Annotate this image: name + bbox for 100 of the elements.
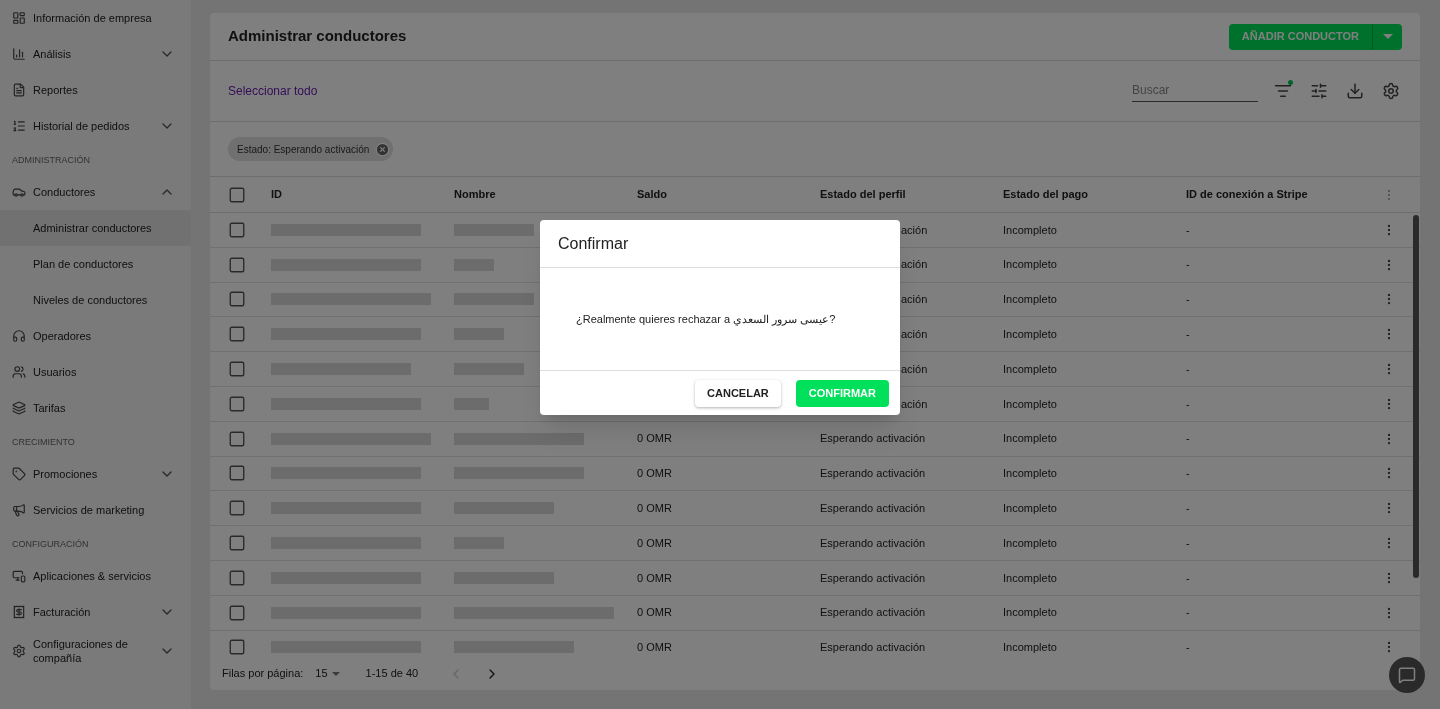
sidebar-item[interactable]: Facturación [0, 594, 191, 630]
table-cell: ación [901, 328, 928, 341]
column-header: Nombre [454, 188, 496, 201]
sidebar-subitem[interactable]: Administrar conductores [0, 210, 191, 246]
table-cell: 0 OMR [637, 641, 672, 654]
table-cell: Incompleto [1003, 536, 1057, 549]
table-cell: - [1186, 536, 1190, 549]
settings-icon[interactable] [1382, 82, 1400, 100]
table-cell: - [1186, 571, 1190, 584]
checkbox[interactable] [228, 290, 246, 309]
document-icon [12, 83, 26, 97]
section-heading: CONFIGURACIÓN [11, 538, 90, 551]
sidebar-item[interactable]: Servicios de marketing [0, 492, 191, 528]
table-cell: Incompleto [1003, 641, 1057, 654]
checkbox[interactable] [228, 638, 246, 657]
section-heading: CRECIMIENTO [11, 436, 76, 449]
sidebar-subitem[interactable]: Niveles de conductores [0, 282, 191, 318]
table-cell: Esperando activación [820, 641, 926, 654]
column-header: Saldo [637, 188, 667, 201]
table-cell: Incompleto [1003, 571, 1057, 584]
sidebar-item[interactable]: Información de empresa [0, 0, 191, 36]
dialog-message: ¿Realmente quieres rechazar a عيسى سرور السعدي? [576, 311, 836, 328]
section-heading: ADMINISTRACIÓN [11, 154, 91, 167]
sidebar-item[interactable]: Aplicaciones & servicios [0, 558, 191, 594]
download-icon[interactable] [1346, 82, 1364, 100]
remove-icon[interactable] [375, 141, 391, 157]
rows-per-page-label: Filas por página: [222, 666, 304, 682]
checkbox[interactable] [228, 325, 246, 344]
checkbox[interactable] [228, 185, 246, 204]
table-cell: - [1186, 606, 1190, 619]
table-cell: Esperando activación [820, 606, 926, 619]
table-cell: - [1186, 397, 1190, 410]
checkbox[interactable] [228, 255, 246, 274]
table-cell: ación [901, 397, 928, 410]
checkbox[interactable] [228, 429, 246, 448]
page-range: 1-15 de 40 [365, 666, 419, 682]
table-cell: - [1186, 432, 1190, 445]
select-all-link[interactable]: Seleccionar todo [228, 82, 318, 100]
table-cell: - [1186, 502, 1190, 514]
checkbox[interactable] [228, 603, 246, 622]
megaphone-icon [12, 503, 26, 517]
table-cell: - [1186, 258, 1190, 271]
table-cell: Incompleto [1003, 362, 1057, 375]
page-title: Administrar conductores [228, 26, 407, 47]
table-cell: Incompleto [1003, 293, 1057, 306]
sidebar-item[interactable]: Operadores [0, 318, 191, 354]
caret-icon [1382, 34, 1393, 39]
sidebar-item[interactable]: Configuraciones de compañía [0, 630, 191, 672]
checkbox[interactable] [228, 220, 246, 239]
scrollbar[interactable] [1413, 215, 1419, 578]
sidebar-item[interactable]: Historial de pedidos [0, 108, 191, 144]
sidebar-item[interactable]: Conductores [0, 174, 191, 210]
table-cell: Incompleto [1003, 397, 1057, 410]
checkbox[interactable] [228, 568, 246, 587]
sliders-icon[interactable] [1310, 82, 1328, 100]
table-cell: - [1186, 328, 1190, 341]
search-field[interactable]: Buscar [1132, 80, 1258, 102]
devices-icon [12, 569, 26, 583]
bar-chart-icon [12, 47, 26, 61]
column-header: ID de conexión a Stripe [1186, 188, 1308, 201]
sidebar-item[interactable]: Promociones [0, 456, 191, 492]
table-cell: Incompleto [1003, 606, 1057, 619]
sidebar-item[interactable]: Reportes [0, 72, 191, 108]
table-cell: Incompleto [1003, 467, 1057, 480]
table-cell: - [1186, 641, 1190, 654]
sidebar-item[interactable]: Análisis [0, 36, 191, 72]
table-cell: ación [901, 362, 928, 375]
users-icon [12, 365, 26, 379]
chat-button[interactable] [1389, 657, 1425, 693]
checkbox[interactable] [228, 534, 246, 553]
table-cell: Esperando activación [820, 432, 926, 445]
table-cell: Incompleto [1003, 432, 1057, 445]
table-cell: ación [901, 293, 928, 306]
rows-per-page-select[interactable]: 15 [315, 665, 340, 682]
table-cell: Incompleto [1003, 223, 1057, 236]
dashboard-icon [12, 11, 26, 25]
table-cell: 0 OMR [637, 536, 672, 549]
headset-icon [12, 329, 26, 343]
table-cell: Incompleto [1003, 328, 1057, 341]
table-cell: Esperando activación [820, 502, 926, 514]
checkbox[interactable] [228, 394, 246, 413]
table-cell: 0 OMR [637, 432, 672, 445]
checkbox[interactable] [228, 360, 246, 379]
checkbox[interactable] [228, 499, 246, 518]
sidebar-item[interactable]: Usuarios [0, 354, 191, 390]
column-header: Estado del pago [1003, 188, 1088, 201]
table-cell: - [1186, 223, 1190, 236]
table-cell: 0 OMR [637, 467, 672, 480]
table-cell: 0 OMR [637, 571, 672, 584]
car-icon [12, 185, 26, 199]
table-cell: ación [901, 223, 928, 236]
list-icon [12, 119, 26, 133]
cancel-button[interactable]: CANCELAR [695, 379, 781, 407]
table-cell: ación [901, 258, 928, 271]
sidebar-subitem[interactable]: Plan de conductores [0, 246, 191, 282]
table-cell: - [1186, 293, 1190, 306]
filter-icon[interactable] [1274, 82, 1292, 100]
table-cell: Esperando activación [820, 536, 926, 549]
checkbox[interactable] [228, 464, 246, 483]
sidebar-item[interactable]: Tarifas [0, 390, 191, 426]
